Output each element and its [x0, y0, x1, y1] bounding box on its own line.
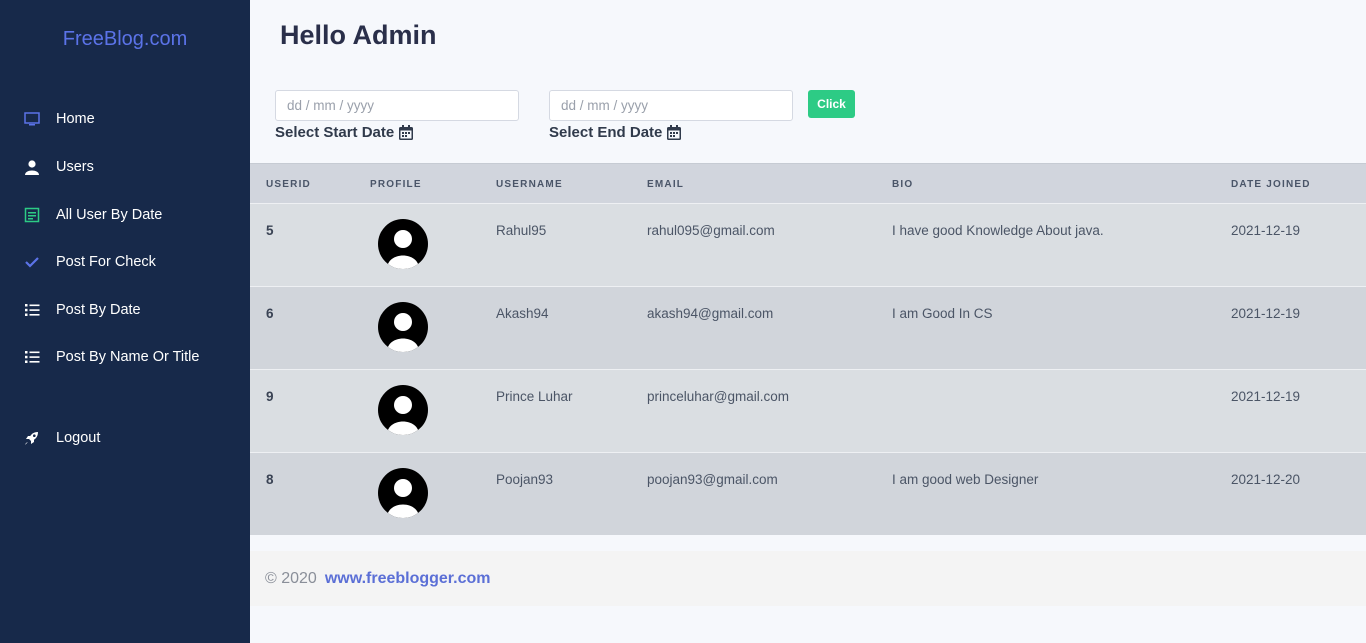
column-header-profile[interactable]: PROFILE	[370, 179, 422, 190]
sidebar: FreeBlog.com Home Users All User By Date…	[0, 0, 250, 643]
calendar-icon	[399, 125, 414, 140]
sidebar-item-label: Post By Name Or Title	[56, 349, 200, 365]
cell-username: Rahul95	[496, 223, 547, 238]
start-date-input[interactable]: dd / mm / yyyy	[275, 90, 519, 121]
column-header-date-joined[interactable]: DATE JOINED	[1231, 179, 1311, 190]
table-row: 8 Poojan93 poojan93@gmail.com I am good …	[250, 452, 1366, 535]
cell-date-joined: 2021-12-19	[1231, 389, 1301, 404]
cell-date-joined: 2021-12-20	[1231, 472, 1301, 487]
sidebar-item-label: Home	[56, 111, 95, 127]
sidebar-item-label: All User By Date	[56, 207, 163, 223]
check-icon	[23, 253, 41, 271]
sidebar-item-post-by-date[interactable]: Post By Date	[0, 294, 250, 326]
table-row: 6 Akash94 akash94@gmail.com I am Good In…	[250, 286, 1366, 369]
list-icon	[23, 301, 41, 319]
avatar	[378, 219, 428, 269]
cell-username: Poojan93	[496, 472, 554, 487]
cell-userid: 9	[266, 389, 274, 404]
table-header: USERID PROFILE USERNAME EMAIL BIO DATE J…	[250, 163, 1366, 203]
cell-date-joined: 2021-12-19	[1231, 223, 1301, 238]
avatar	[378, 468, 428, 518]
sidebar-item-label: Post By Date	[56, 302, 141, 318]
sidebar-item-home[interactable]: Home	[0, 103, 250, 135]
avatar	[378, 302, 428, 352]
footer: © 2020 www.freeblogger.com	[250, 551, 1366, 606]
cell-email: akash94@gmail.com	[647, 306, 774, 321]
cell-bio: I have good Knowledge About java.	[892, 223, 1104, 238]
page-title: Hello Admin	[280, 20, 437, 50]
cell-email: rahul095@gmail.com	[647, 223, 775, 238]
column-header-bio[interactable]: BIO	[892, 179, 913, 190]
table-row: 5 Rahul95 rahul095@gmail.com I have good…	[250, 203, 1366, 286]
column-header-username[interactable]: USERNAME	[496, 179, 563, 190]
sidebar-item-all-user-by-date[interactable]: All User By Date	[0, 199, 250, 231]
sidebar-item-label: Logout	[56, 430, 101, 446]
sidebar-item-post-by-name-or-title[interactable]: Post By Name Or Title	[0, 341, 250, 373]
list-icon	[23, 348, 41, 366]
cell-username: Prince Luhar	[496, 389, 573, 404]
sidebar-item-label: Users	[56, 159, 94, 175]
sidebar-item-users[interactable]: Users	[0, 151, 250, 183]
cell-userid: 8	[266, 472, 274, 487]
start-date-label: Select Start Date	[275, 124, 414, 141]
table-row: 9 Prince Luhar princeluhar@gmail.com 202…	[250, 369, 1366, 452]
column-header-userid[interactable]: USERID	[266, 179, 311, 190]
users-table: USERID PROFILE USERNAME EMAIL BIO DATE J…	[250, 163, 1366, 535]
cell-userid: 5	[266, 223, 274, 238]
end-date-input[interactable]: dd / mm / yyyy	[549, 90, 793, 121]
cell-bio: I am Good In CS	[892, 306, 993, 321]
cell-email: princeluhar@gmail.com	[647, 389, 790, 404]
avatar	[378, 385, 428, 435]
main-content: Hello Admin dd / mm / yyyy Select Start …	[250, 0, 1366, 643]
footer-copyright: © 2020	[265, 569, 317, 587]
click-button[interactable]: Click	[808, 90, 855, 118]
end-date-label: Select End Date	[549, 124, 682, 141]
cell-username: Akash94	[496, 306, 549, 321]
monitor-icon	[23, 110, 41, 128]
user-icon	[23, 158, 41, 176]
cell-bio: I am good web Designer	[892, 472, 1039, 487]
brand-logo[interactable]: FreeBlog.com	[0, 28, 250, 51]
rocket-icon	[23, 429, 41, 447]
cell-email: poojan93@gmail.com	[647, 472, 778, 487]
column-header-email[interactable]: EMAIL	[647, 179, 684, 190]
sidebar-item-logout[interactable]: Logout	[0, 422, 250, 454]
sidebar-item-post-for-check[interactable]: Post For Check	[0, 246, 250, 278]
calendar-icon	[667, 125, 682, 140]
end-date-label-text: Select End Date	[549, 124, 663, 141]
sidebar-item-label: Post For Check	[56, 254, 156, 270]
start-date-label-text: Select Start Date	[275, 124, 395, 141]
cell-userid: 6	[266, 306, 274, 321]
calendar-card-icon	[23, 206, 41, 224]
footer-link[interactable]: www.freeblogger.com	[325, 570, 491, 588]
cell-date-joined: 2021-12-19	[1231, 306, 1301, 321]
